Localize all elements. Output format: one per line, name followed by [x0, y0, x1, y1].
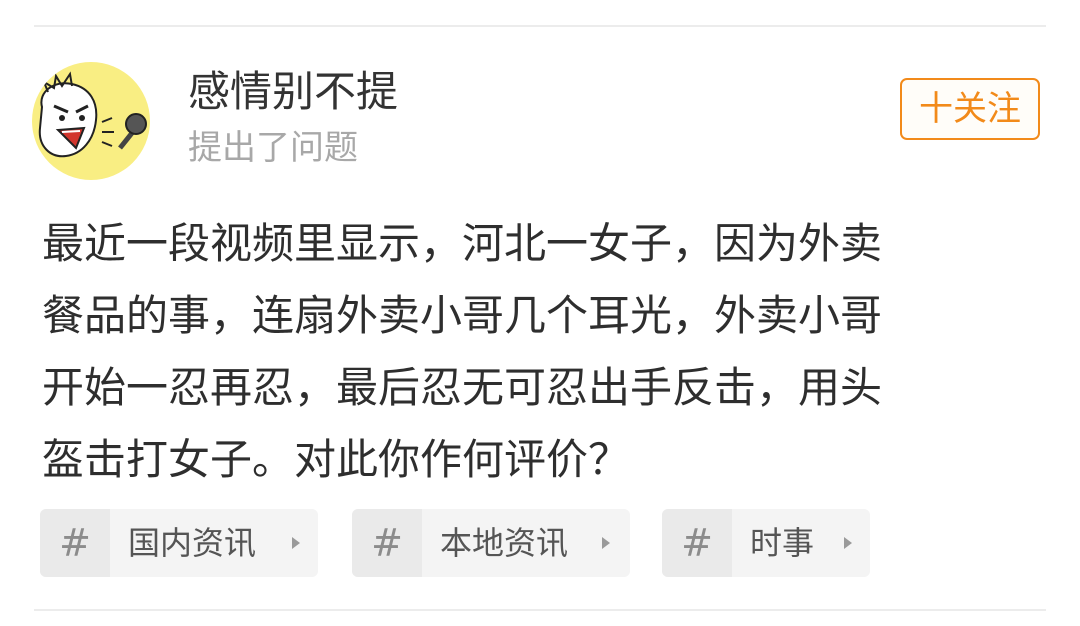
question-line: 最近一段视频里显示，河北一女子，因为外卖 [42, 219, 883, 268]
chevron-right-icon [292, 537, 300, 549]
hash-icon: # [352, 509, 422, 577]
chevron-right-icon [602, 537, 610, 549]
avatar-cartoon-icon [38, 71, 147, 158]
topic-label: 本地资讯 [440, 524, 569, 562]
topic-tag-domestic-news[interactable]: # 国内资讯 [40, 509, 318, 577]
post-action-text: 提出了问题 [188, 128, 358, 168]
question-line: 开始一忍再忍，最后忍无可忍出手反击，用头 [42, 363, 883, 412]
author-name[interactable]: 感情别不提 [188, 66, 398, 118]
topic-tag-local-news[interactable]: # 本地资讯 [352, 509, 630, 577]
hash-icon: # [40, 509, 110, 577]
topic-label: 时事 [750, 524, 815, 562]
follow-button[interactable]: 十关注 [900, 78, 1040, 140]
top-divider [34, 25, 1046, 27]
topic-label: 国内资讯 [128, 524, 257, 562]
chevron-right-icon [844, 537, 852, 549]
hash-icon: # [662, 509, 732, 577]
user-avatar[interactable] [32, 62, 150, 180]
topic-tag-current-affairs[interactable]: # 时事 [662, 509, 870, 577]
question-line: 餐品的事，连扇外卖小哥几个耳光，外卖小哥 [42, 291, 883, 340]
bottom-divider [34, 609, 1046, 611]
question-text[interactable]: 最近一段视频里显示，河北一女子，因为外卖 餐品的事，连扇外卖小哥几个耳光，外卖小… [42, 208, 1042, 496]
question-line: 盔击打女子。对此你作何评价？ [42, 435, 631, 484]
